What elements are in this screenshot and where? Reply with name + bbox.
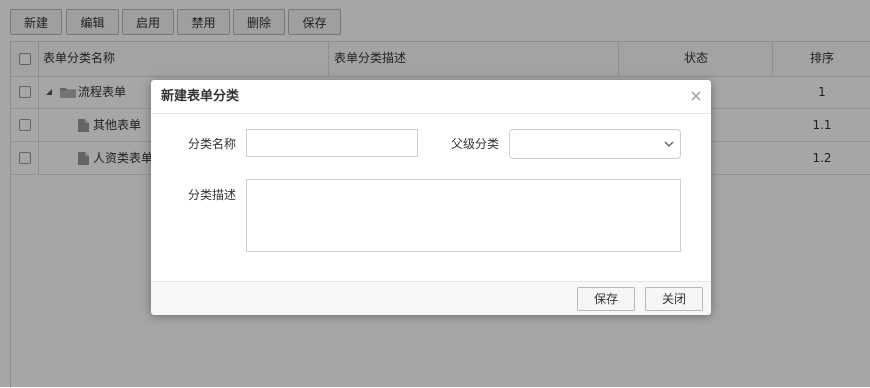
dialog-header: 新建表单分类	[151, 80, 711, 114]
new-form-category-dialog: 新建表单分类 分类名称 父级分类 分类描述 保存 关闭	[151, 80, 711, 315]
category-name-input[interactable]	[246, 129, 418, 157]
dialog-close-button[interactable]: 关闭	[645, 287, 703, 311]
close-icon[interactable]	[689, 89, 703, 103]
parent-category-select[interactable]	[509, 129, 681, 159]
category-name-label: 分类名称	[187, 137, 236, 151]
dialog-save-button[interactable]: 保存	[577, 287, 635, 311]
dialog-title: 新建表单分类	[161, 89, 240, 104]
category-description-label: 分类描述	[187, 188, 236, 202]
dialog-footer: 保存 关闭	[151, 281, 711, 315]
parent-category-label: 父级分类	[450, 137, 499, 151]
chevron-down-icon	[664, 141, 674, 148]
category-description-textarea[interactable]	[246, 179, 681, 252]
